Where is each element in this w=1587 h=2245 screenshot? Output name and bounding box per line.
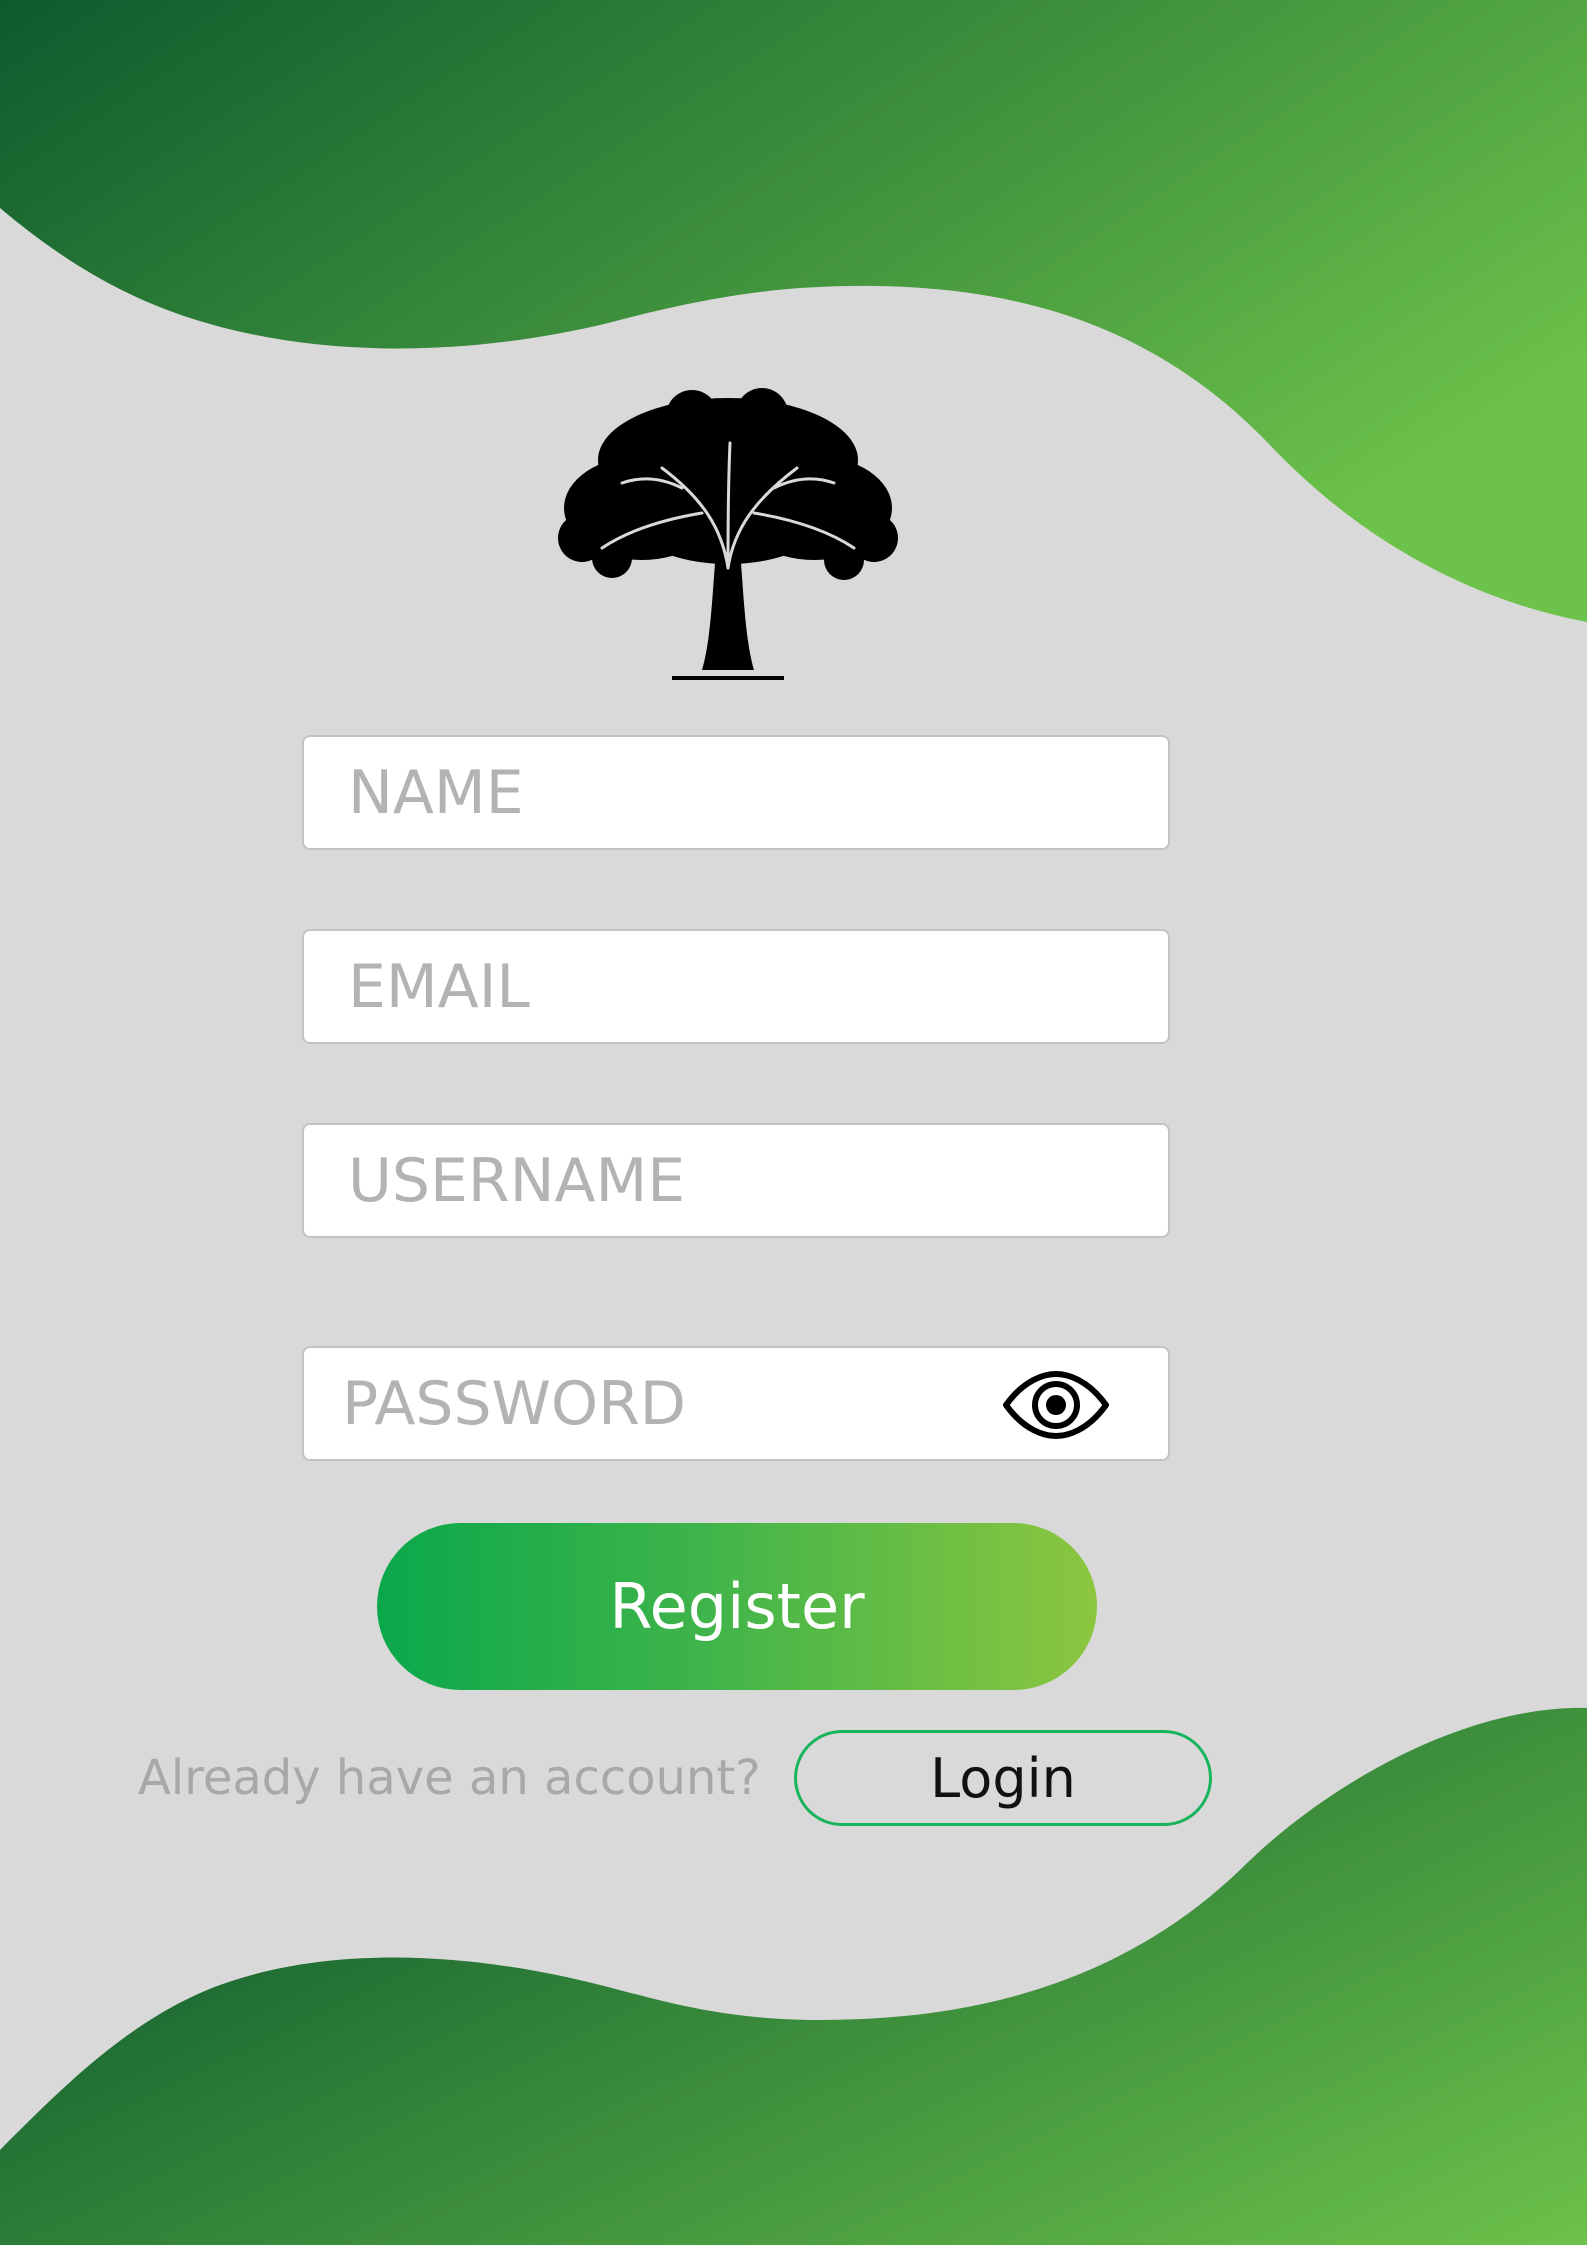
email-input[interactable]	[304, 931, 1168, 1042]
email-field[interactable]	[302, 929, 1170, 1044]
login-button[interactable]: Login	[794, 1730, 1212, 1826]
username-input[interactable]	[304, 1125, 1168, 1236]
password-field[interactable]	[302, 1346, 1170, 1461]
already-have-account-text: Already have an account?	[138, 1750, 761, 1806]
name-field[interactable]	[302, 735, 1170, 850]
name-input[interactable]	[304, 737, 1168, 848]
password-input[interactable]	[304, 1348, 1004, 1459]
tree-icon	[558, 388, 898, 680]
username-field[interactable]	[302, 1123, 1170, 1238]
eye-icon[interactable]	[1000, 1370, 1112, 1440]
register-button[interactable]: Register	[377, 1523, 1097, 1690]
